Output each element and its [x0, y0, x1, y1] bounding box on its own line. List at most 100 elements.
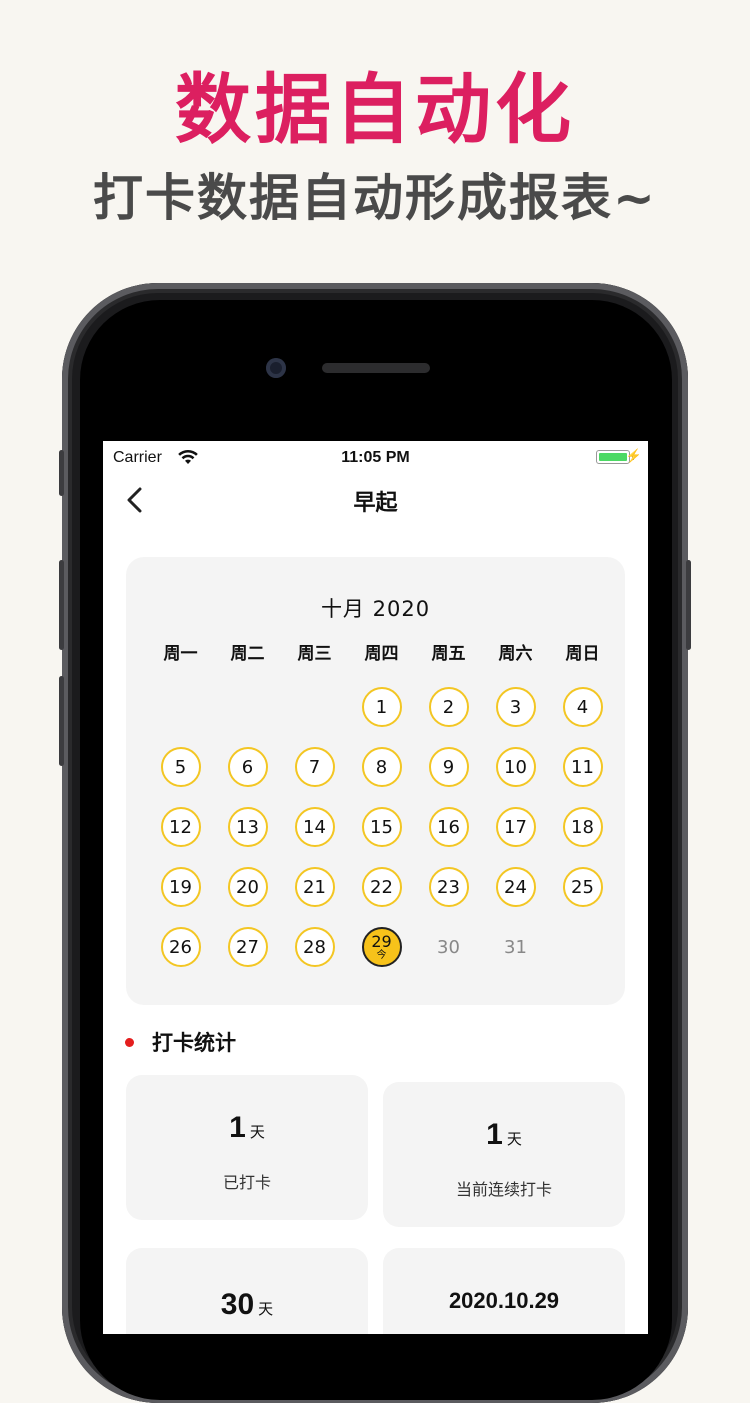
calendar-day-checked[interactable]: 22: [361, 867, 402, 907]
calendar-cell: 21: [281, 857, 348, 917]
calendar-week-row: 26 27 28 29 今 30 31: [147, 917, 617, 977]
calendar-day-checked[interactable]: 9: [428, 747, 469, 787]
stats-section-title: 打卡统计: [152, 1031, 236, 1055]
calendar-week-row: 5 6 7 8 9 10 11: [147, 737, 617, 797]
mute-switch: [59, 450, 64, 496]
today-tag: 今: [376, 949, 387, 961]
calendar-day-checked[interactable]: 6: [227, 747, 268, 787]
stat-unit: 天: [249, 1123, 265, 1141]
calendar-day-checked[interactable]: 11: [562, 747, 603, 787]
calendar-card: 十月 2020 周一 周二 周三 周四 周五 周六 周日 1 2 3 4 5 6 7 8 9 10…: [126, 557, 625, 1005]
calendar-day-checked[interactable]: 26: [160, 927, 201, 967]
calendar-cell: 18: [549, 797, 616, 857]
calendar-cell: 7: [281, 737, 348, 797]
calendar-cell: 6: [214, 737, 281, 797]
stat-value: 30: [220, 1288, 255, 1321]
calendar-day[interactable]: 31: [496, 927, 536, 967]
app-screen: Carrier 11:05 PM ⚡ 早起 十月 2020 周一 周二 周三 周…: [103, 441, 648, 1334]
calendar-day-checked[interactable]: 20: [227, 867, 268, 907]
status-bar: Carrier 11:05 PM ⚡: [103, 441, 648, 475]
calendar-day-today[interactable]: 29 今: [361, 927, 402, 967]
calendar-cell: 28: [281, 917, 348, 977]
calendar-day-checked[interactable]: 2: [428, 687, 469, 727]
calendar-day-checked[interactable]: 10: [495, 747, 536, 787]
calendar-cell: 17: [482, 797, 549, 857]
calendar-cell: 26: [147, 917, 214, 977]
weekday-label: 周一: [163, 644, 198, 664]
weekday-label: 周日: [565, 644, 600, 664]
calendar-day-checked[interactable]: 16: [428, 807, 469, 847]
volume-up-button: [59, 560, 64, 650]
calendar-day-checked[interactable]: 7: [294, 747, 335, 787]
calendar-cell: 22: [348, 857, 415, 917]
weekday-label: 周六: [498, 644, 533, 664]
calendar-week-row: 1234: [147, 677, 617, 737]
calendar-day-checked[interactable]: 19: [160, 867, 201, 907]
calendar-day-checked[interactable]: 21: [294, 867, 335, 907]
calendar-cell: 14: [281, 797, 348, 857]
stat-card-current-streak: 1天 当前连续打卡: [383, 1082, 625, 1227]
calendar-cell: 25: [549, 857, 616, 917]
promo-subtitle: 打卡数据自动形成报表~: [93, 169, 657, 227]
calendar-cell: 8: [348, 737, 415, 797]
calendar-day-checked[interactable]: 24: [495, 867, 536, 907]
calendar-day-checked[interactable]: 4: [562, 687, 603, 727]
stat-value: 1: [486, 1118, 503, 1151]
stat-unit: 天: [258, 1300, 274, 1318]
day-number: 29: [371, 931, 392, 951]
calendar-week-row: 12 13 14 15 16 17 18: [147, 797, 617, 857]
calendar-cell: 1: [348, 677, 415, 737]
stats-section-header: 打卡统计: [125, 1027, 236, 1057]
calendar-day-checked[interactable]: 27: [227, 927, 268, 967]
calendar-day-checked[interactable]: 1: [361, 687, 402, 727]
weekday-label: 周二: [230, 644, 265, 664]
calendar-cell: [549, 917, 616, 977]
charging-bolt-icon: ⚡: [625, 448, 642, 463]
calendar-cell: 19: [147, 857, 214, 917]
navigation-bar: 早起: [103, 475, 648, 525]
calendar-day-checked[interactable]: 13: [227, 807, 268, 847]
calendar-day[interactable]: 30: [429, 927, 469, 967]
calendar-day-checked[interactable]: 14: [294, 807, 335, 847]
calendar-day-checked[interactable]: 25: [562, 867, 603, 907]
calendar-cell: 29 今: [348, 917, 415, 977]
calendar-cell: 13: [214, 797, 281, 857]
calendar-day-checked[interactable]: 5: [160, 747, 201, 787]
calendar-day-checked[interactable]: 17: [495, 807, 536, 847]
status-time: 11:05 PM: [341, 449, 410, 466]
stat-unit: 天: [506, 1130, 522, 1148]
calendar-cell: 10: [482, 737, 549, 797]
calendar-day-checked[interactable]: 15: [361, 807, 402, 847]
calendar-cell: [281, 677, 348, 737]
calendar-month-label: 十月 2020: [320, 597, 431, 621]
volume-down-button: [59, 676, 64, 766]
calendar-cell: 11: [549, 737, 616, 797]
calendar-day-checked[interactable]: 8: [361, 747, 402, 787]
calendar-cell: 9: [415, 737, 482, 797]
calendar-day-checked[interactable]: 28: [294, 927, 335, 967]
weekday-label: 周三: [297, 644, 332, 664]
stat-label: 已打卡: [222, 1173, 271, 1192]
weekday-label: 周四: [364, 644, 399, 664]
calendar-cell: 12: [147, 797, 214, 857]
calendar-day-checked[interactable]: 12: [160, 807, 201, 847]
weekday-label: 周五: [431, 644, 466, 664]
section-dot: [125, 1037, 134, 1047]
calendar-day-checked[interactable]: 23: [428, 867, 469, 907]
calendar-cell: 16: [415, 797, 482, 857]
calendar-grid: 1 2 3 4 5 6 7 8 9 10 11 12 13 14 15 16 17 18 19 20 21 22 23 24 2…: [147, 677, 617, 977]
calendar-day-checked[interactable]: 3: [495, 687, 536, 727]
stat-card-total-days: 30 天: [126, 1248, 368, 1334]
calendar-week-row: 19 20 21 22 23 24 25: [147, 857, 617, 917]
earpiece-speaker: [322, 363, 430, 373]
page-title: 早起: [353, 491, 398, 516]
front-camera: [266, 358, 286, 378]
weekday-header: 周一 周二 周三 周四 周五 周六 周日: [147, 639, 617, 664]
calendar-cell: 31: [482, 917, 549, 977]
calendar-day-checked[interactable]: 18: [562, 807, 603, 847]
calendar-cell: 23: [415, 857, 482, 917]
stat-card-checked-in: 1天 已打卡: [126, 1075, 368, 1220]
calendar-cell: 24: [482, 857, 549, 917]
stat-value: 1: [229, 1111, 246, 1144]
stat-date-value: 2020.10.29: [448, 1288, 560, 1313]
